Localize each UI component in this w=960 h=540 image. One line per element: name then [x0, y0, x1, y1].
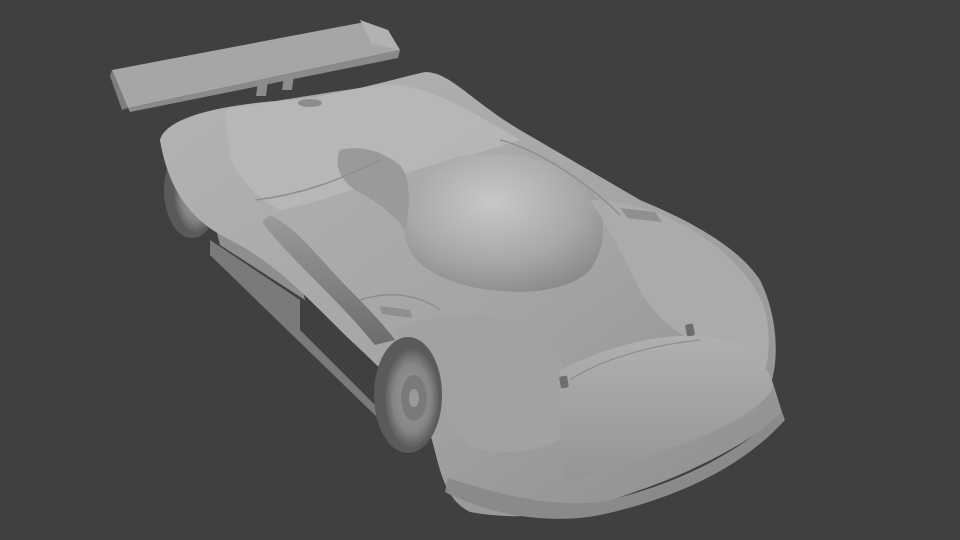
front-wheel — [374, 337, 442, 453]
render-viewport — [0, 0, 960, 540]
car-render — [110, 20, 785, 519]
